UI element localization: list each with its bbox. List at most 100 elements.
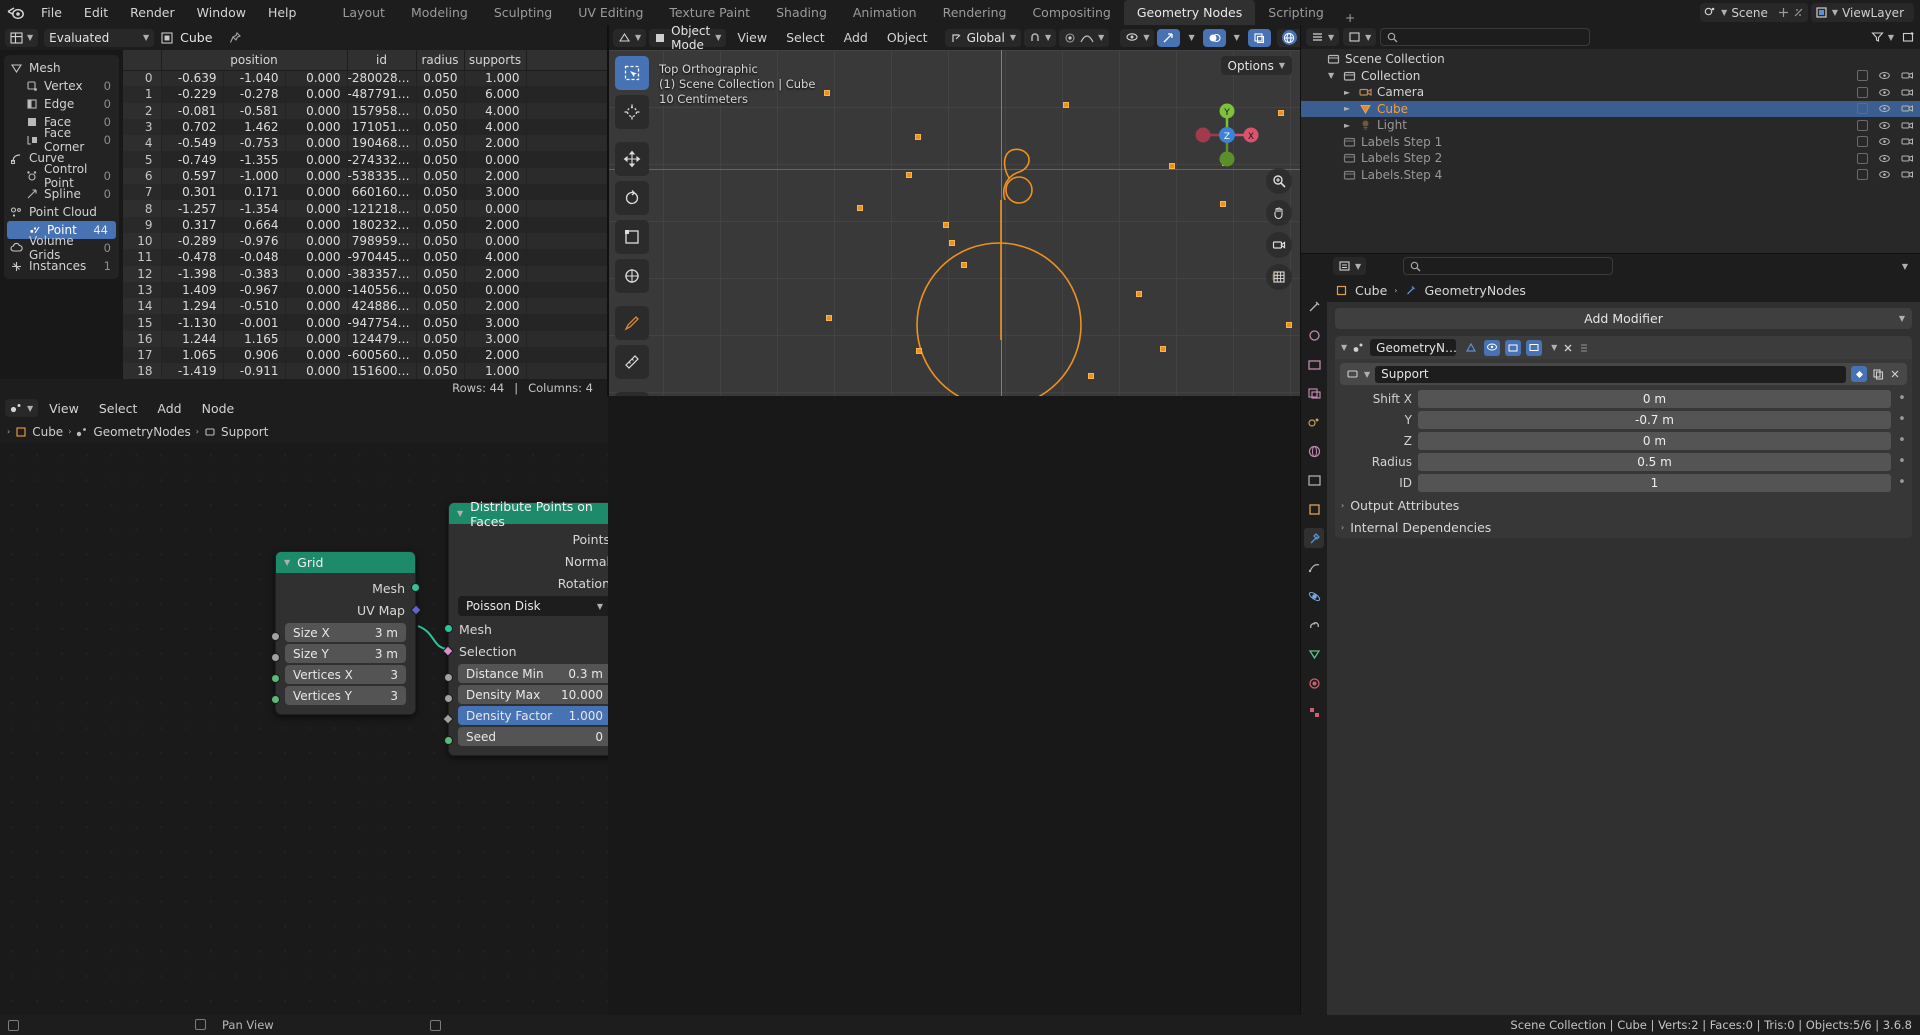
node-menu-view[interactable]: View (40, 396, 88, 421)
tab-material[interactable] (1304, 673, 1324, 693)
tool-select-box[interactable] (615, 56, 649, 90)
outliner-search-field[interactable] (1403, 30, 1584, 44)
editor-type-selector[interactable]: ▼ (5, 28, 39, 47)
dataset-item-volume-grids[interactable]: Volume Grids 0 (4, 234, 119, 262)
camera-render-icon[interactable] (1901, 70, 1914, 81)
tab-output[interactable] (1304, 354, 1324, 374)
props-crumb-object[interactable]: Cube (1355, 283, 1387, 298)
filter-icon[interactable] (1871, 31, 1884, 43)
modifier-group-name[interactable]: Support (1375, 365, 1846, 383)
dataset-item-control-point[interactable]: Control Point 0 (4, 162, 119, 190)
table-row[interactable]: 10 -0.289 -0.976 0.000 798959… 0.050 0.000 (123, 232, 607, 250)
node-distribute-input-mesh[interactable]: Mesh (444, 618, 608, 640)
table-row[interactable]: 12 -1.398 -0.383 0.000 -383357… 0.050 2.000 (123, 265, 607, 282)
pin-icon[interactable] (228, 31, 242, 45)
chevron-down-icon[interactable]: ▼ (1341, 343, 1347, 352)
node-distribute-output-points[interactable]: Points (449, 528, 608, 550)
tool-rotate[interactable] (615, 181, 649, 215)
tab-scripting[interactable]: Scripting (1255, 0, 1337, 25)
camera-render-icon[interactable] (1901, 169, 1914, 180)
tab-rendering[interactable]: Rendering (930, 0, 1020, 25)
realtime-display-icon[interactable] (1484, 339, 1501, 356)
outliner-item-labels-step-1[interactable]: Labels Step 1 (1301, 134, 1920, 151)
outliner-item-collection[interactable]: ▼ Collection (1301, 68, 1920, 85)
chevron-down-icon[interactable]: ▼ (1183, 33, 1199, 42)
scene-selector[interactable]: ▼ Scene (1700, 3, 1808, 22)
tab-world[interactable] (1304, 441, 1324, 461)
camera-view-button[interactable] (1266, 232, 1292, 258)
properties-editor-type-selector[interactable]: ▼ (1333, 257, 1367, 275)
col-index[interactable] (123, 50, 162, 71)
table-row[interactable]: 3 0.702 1.462 0.000 171051… 0.050 4.000 (123, 118, 607, 136)
outliner-item-cube[interactable]: ► Cube (1301, 100, 1920, 117)
checkbox-icon[interactable] (1857, 152, 1868, 164)
node-canvas[interactable]: ▼ Grid Mesh UV Map Size X 3 m Size Y 3 m… (0, 443, 608, 1015)
node-grid-field-sizex[interactable]: Size X 3 m (285, 623, 406, 642)
disclosure-triangle-icon[interactable]: ► (1344, 104, 1354, 113)
checkbox-icon[interactable] (1857, 169, 1868, 181)
node-distribute-field-seed[interactable]: Seed 0 (458, 727, 608, 746)
viewport-menu-view[interactable]: View (729, 25, 775, 50)
tool-measure[interactable] (615, 345, 649, 379)
tab-scene[interactable] (1304, 412, 1324, 432)
new-scene-icon[interactable] (1778, 7, 1789, 18)
props-crumb-modifier[interactable]: GeometryNodes (1424, 283, 1525, 298)
shield-icon[interactable] (1851, 366, 1867, 382)
transform-orientation-dropdown[interactable]: Global ▼ (944, 28, 1021, 47)
dataset-item-instances[interactable]: Instances 1 (4, 257, 119, 275)
outliner-item-scene-collection[interactable]: Scene Collection (1301, 51, 1920, 68)
node-distribute-field-density-max[interactable]: Density Max 10.000 (458, 685, 608, 704)
checkbox-icon[interactable] (1857, 70, 1868, 82)
table-row[interactable]: 4 -0.549 -0.753 0.000 190468… 0.050 2.000 (123, 135, 607, 152)
checkbox-icon[interactable] (1857, 119, 1868, 131)
breadcrumb-object[interactable]: Cube (32, 425, 63, 439)
dataset-item-edge[interactable]: Edge 0 (4, 95, 119, 113)
tab-object[interactable] (1304, 499, 1324, 519)
snap-magnet-toggle[interactable]: ▼ (1024, 28, 1057, 47)
outliner-search-input[interactable] (1380, 28, 1591, 46)
viewport-canvas[interactable]: Top Orthographic (1) Scene Collection | … (609, 50, 1300, 396)
camera-render-icon[interactable] (1901, 87, 1914, 98)
input-socket-dot[interactable]: • (1897, 475, 1907, 490)
dataset-item-mesh[interactable]: Mesh (4, 59, 119, 77)
socket-integer[interactable] (271, 674, 280, 683)
outliner-display-mode[interactable]: ▼ (1343, 28, 1377, 46)
input-value[interactable]: 0 m (1418, 431, 1891, 450)
disclosure-triangle-icon[interactable]: ► (1344, 121, 1354, 130)
node-menu-select[interactable]: Select (90, 396, 147, 421)
table-row[interactable]: 16 1.244 1.165 0.000 124479… 0.050 3.000 (123, 330, 607, 348)
col-supports[interactable]: supports (464, 50, 527, 71)
tool-scale[interactable] (615, 220, 649, 254)
table-row[interactable]: 9 0.317 0.664 0.000 180232… 0.050 2.000 (123, 216, 607, 233)
add-workspace-button[interactable]: + (1337, 10, 1363, 25)
tool-move[interactable] (615, 142, 649, 176)
tab-layout[interactable]: Layout (329, 0, 398, 25)
node-grid-output-mesh[interactable]: Mesh (276, 577, 420, 599)
input-socket-dot[interactable]: • (1897, 433, 1907, 448)
node-menu-node[interactable]: Node (193, 396, 244, 421)
tool-transform[interactable] (615, 259, 649, 293)
modifier-header[interactable]: ▼ GeometryN… ▼ (1335, 336, 1912, 359)
spreadsheet-table-wrap[interactable]: position id radius supports 0 -0.639 -1.04… (123, 50, 607, 380)
table-row[interactable]: 11 -0.478 -0.048 0.000 -970445… 0.050 4.000 (123, 249, 607, 266)
viewport-menu-object[interactable]: Object (879, 25, 936, 50)
tab-particles[interactable] (1304, 557, 1324, 577)
viewport-menu-select[interactable]: Select (778, 25, 833, 50)
eye-icon[interactable] (1878, 153, 1891, 164)
camera-render-icon[interactable] (1901, 103, 1914, 114)
section-output-attributes[interactable]: › Output Attributes (1335, 494, 1912, 516)
tab-texture-paint[interactable]: Texture Paint (656, 0, 763, 25)
unlink-scene-icon[interactable] (1793, 7, 1804, 18)
checkbox-icon[interactable] (1857, 136, 1868, 148)
table-row[interactable]: 2 -0.081 -0.581 0.000 157958… 0.050 4.000 (123, 102, 607, 119)
eye-icon[interactable] (1878, 120, 1891, 131)
table-row[interactable]: 13 1.409 -0.967 0.000 -140556… 0.050 0.000 (123, 281, 607, 299)
chevron-right-icon[interactable]: › (7, 427, 10, 436)
input-value[interactable]: 0 m (1418, 389, 1891, 408)
col-id[interactable]: id (347, 50, 417, 71)
chevron-down-icon[interactable]: ▼ (1888, 33, 1894, 42)
chevron-down-icon[interactable]: ▼ (1551, 343, 1557, 352)
tab-physics[interactable] (1304, 586, 1324, 606)
camera-render-icon[interactable] (1901, 136, 1914, 147)
dataset-mode-dropdown[interactable]: Evaluated ▼ (44, 28, 155, 47)
